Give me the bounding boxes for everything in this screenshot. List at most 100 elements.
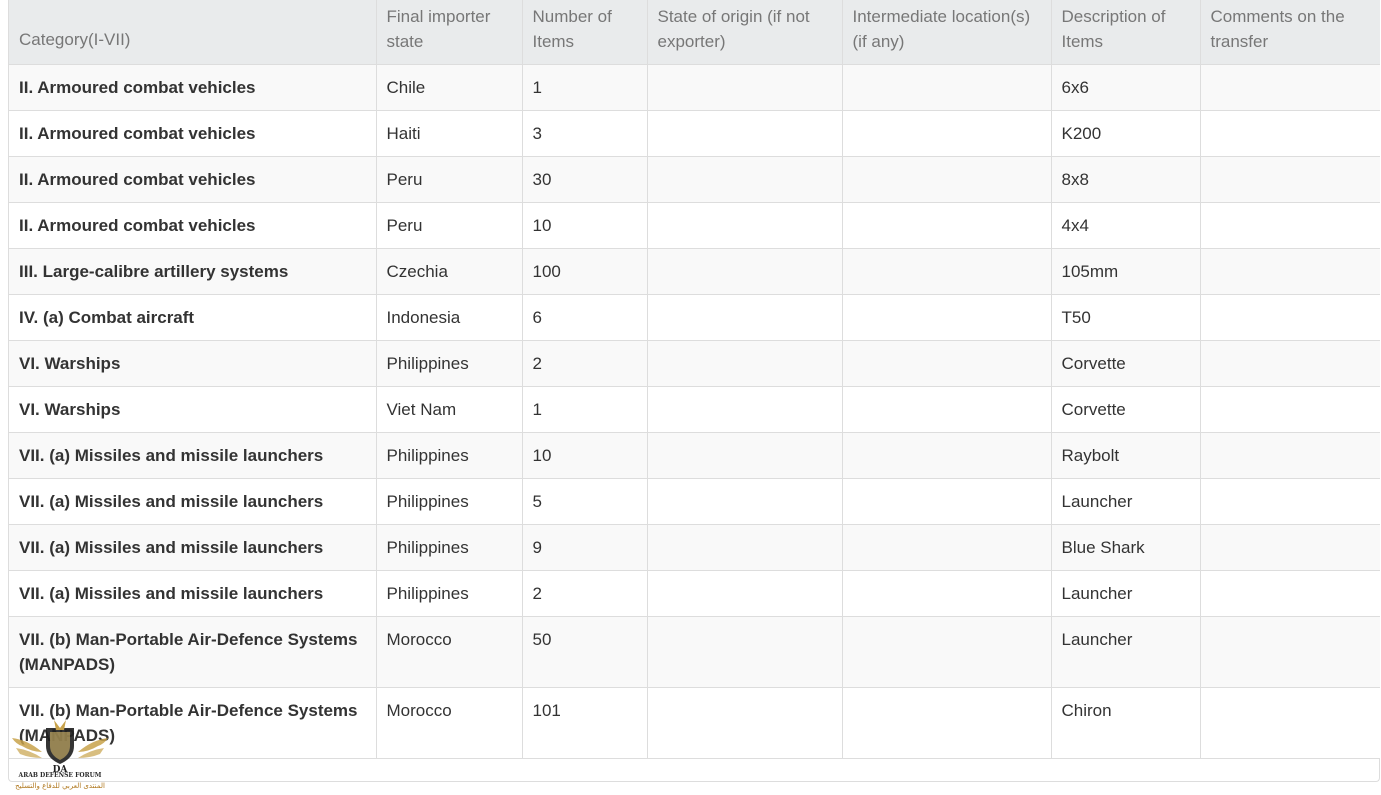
- logo-english-text: ARAB DEFENSE FORUM: [18, 772, 102, 779]
- cell-category: IV. (a) Combat aircraft: [9, 293, 377, 341]
- table-row: VII. (a) Missiles and missile launchers P…: [9, 569, 1380, 617]
- cell-intermediate-location: [841, 431, 1052, 479]
- header-comments[interactable]: Comments on the transfer: [1199, 0, 1380, 65]
- cell-number-of-items: 5: [521, 477, 648, 525]
- cell-number-of-items: 30: [521, 155, 648, 203]
- cell-comments: [1199, 339, 1380, 387]
- cell-number-of-items: 1: [521, 63, 648, 111]
- cell-final-importer: Philippines: [375, 523, 523, 571]
- cell-comments: [1199, 431, 1380, 479]
- cell-final-importer: Peru: [375, 155, 523, 203]
- cell-description: 8x8: [1050, 155, 1201, 203]
- cell-intermediate-location: [841, 293, 1052, 341]
- cell-category: VII. (a) Missiles and missile launchers: [9, 477, 377, 525]
- cell-description: Blue Shark: [1050, 523, 1201, 571]
- cell-category: II. Armoured combat vehicles: [9, 155, 377, 203]
- cell-intermediate-location: [841, 686, 1052, 759]
- header-state-of-origin[interactable]: State of origin (if not exporter): [646, 0, 843, 65]
- cell-comments: [1199, 109, 1380, 157]
- cell-comments: [1199, 247, 1380, 295]
- table-row: VII. (a) Missiles and missile launchers P…: [9, 431, 1380, 479]
- cell-description: K200: [1050, 109, 1201, 157]
- table-row: VI. Warships Viet Nam 1 Corvette: [9, 385, 1380, 433]
- cell-comments: [1199, 63, 1380, 111]
- table-row: IV. (a) Combat aircraft Indonesia 6 T50: [9, 293, 1380, 341]
- cell-intermediate-location: [841, 477, 1052, 525]
- cell-description: Chiron: [1050, 686, 1201, 759]
- cell-final-importer: Chile: [375, 63, 523, 111]
- cell-intermediate-location: [841, 155, 1052, 203]
- cell-state-of-origin: [646, 477, 843, 525]
- header-intermediate-location[interactable]: Intermediate location(s) (if any): [841, 0, 1052, 65]
- cell-state-of-origin: [646, 431, 843, 479]
- table-row: VII. (a) Missiles and missile launchers P…: [9, 523, 1380, 571]
- table-panel: Category(I-VII) Final importer state Num…: [8, 0, 1380, 782]
- arab-defense-forum-logo: DA ARAB DEFENSE FORUM المنتدى العربي للد…: [8, 718, 118, 795]
- header-category[interactable]: Category(I-VII): [9, 0, 377, 65]
- logo-arabic-text: المنتدى العربي للدفاع والتسليح: [15, 782, 105, 790]
- cell-description: T50: [1050, 293, 1201, 341]
- cell-final-importer: Indonesia: [375, 293, 523, 341]
- header-final-importer[interactable]: Final importer state: [375, 0, 523, 65]
- cell-category: VI. Warships: [9, 339, 377, 387]
- cell-description: Launcher: [1050, 615, 1201, 688]
- cell-final-importer: Peru: [375, 201, 523, 249]
- cell-description: 105mm: [1050, 247, 1201, 295]
- table-row: II. Armoured combat vehicles Chile 1 6x6: [9, 63, 1380, 111]
- cell-category: II. Armoured combat vehicles: [9, 109, 377, 157]
- cell-final-importer: Czechia: [375, 247, 523, 295]
- cell-intermediate-location: [841, 615, 1052, 688]
- cell-comments: [1199, 477, 1380, 525]
- cell-description: 4x4: [1050, 201, 1201, 249]
- cell-final-importer: Haiti: [375, 109, 523, 157]
- table-header-row: Category(I-VII) Final importer state Num…: [9, 0, 1380, 65]
- cell-state-of-origin: [646, 385, 843, 433]
- table-row: III. Large-calibre artillery systems Czec…: [9, 247, 1380, 295]
- cell-number-of-items: 1: [521, 385, 648, 433]
- cell-state-of-origin: [646, 523, 843, 571]
- cell-state-of-origin: [646, 569, 843, 617]
- table-row: II. Armoured combat vehicles Peru 10 4x4: [9, 201, 1380, 249]
- cell-state-of-origin: [646, 247, 843, 295]
- table-row: VII. (a) Missiles and missile launchers P…: [9, 477, 1380, 525]
- cell-state-of-origin: [646, 63, 843, 111]
- cell-number-of-items: 6: [521, 293, 648, 341]
- cell-state-of-origin: [646, 339, 843, 387]
- cell-comments: [1199, 686, 1380, 759]
- cell-category: III. Large-calibre artillery systems: [9, 247, 377, 295]
- table-row: II. Armoured combat vehicles Haiti 3 K200: [9, 109, 1380, 157]
- cell-state-of-origin: [646, 293, 843, 341]
- cell-category: VI. Warships: [9, 385, 377, 433]
- cell-comments: [1199, 615, 1380, 688]
- cell-number-of-items: 50: [521, 615, 648, 688]
- cell-comments: [1199, 385, 1380, 433]
- cell-number-of-items: 10: [521, 201, 648, 249]
- cell-description: Corvette: [1050, 385, 1201, 433]
- header-number-of-items[interactable]: Number of Items: [521, 0, 648, 65]
- cell-number-of-items: 3: [521, 109, 648, 157]
- cell-state-of-origin: [646, 201, 843, 249]
- table-row: VII. (b) Man-Portable Air-Defence System…: [9, 686, 1380, 759]
- cell-intermediate-location: [841, 523, 1052, 571]
- cell-comments: [1199, 293, 1380, 341]
- cell-description: Launcher: [1050, 569, 1201, 617]
- cell-comments: [1199, 155, 1380, 203]
- cell-intermediate-location: [841, 339, 1052, 387]
- cell-comments: [1199, 569, 1380, 617]
- cell-final-importer: Morocco: [375, 686, 523, 759]
- cell-intermediate-location: [841, 569, 1052, 617]
- cell-final-importer: Philippines: [375, 477, 523, 525]
- cell-number-of-items: 9: [521, 523, 648, 571]
- cell-state-of-origin: [646, 686, 843, 759]
- header-description[interactable]: Description of Items: [1050, 0, 1201, 65]
- cell-category: VII. (a) Missiles and missile launchers: [9, 523, 377, 571]
- cell-intermediate-location: [841, 109, 1052, 157]
- eagle-shield-icon: DA: [12, 720, 108, 775]
- cell-final-importer: Viet Nam: [375, 385, 523, 433]
- cell-intermediate-location: [841, 247, 1052, 295]
- cell-category: VII. (a) Missiles and missile launchers: [9, 569, 377, 617]
- cell-comments: [1199, 523, 1380, 571]
- cell-description: 6x6: [1050, 63, 1201, 111]
- table-row: II. Armoured combat vehicles Peru 30 8x8: [9, 155, 1380, 203]
- arms-transfer-table: Category(I-VII) Final importer state Num…: [9, 0, 1380, 759]
